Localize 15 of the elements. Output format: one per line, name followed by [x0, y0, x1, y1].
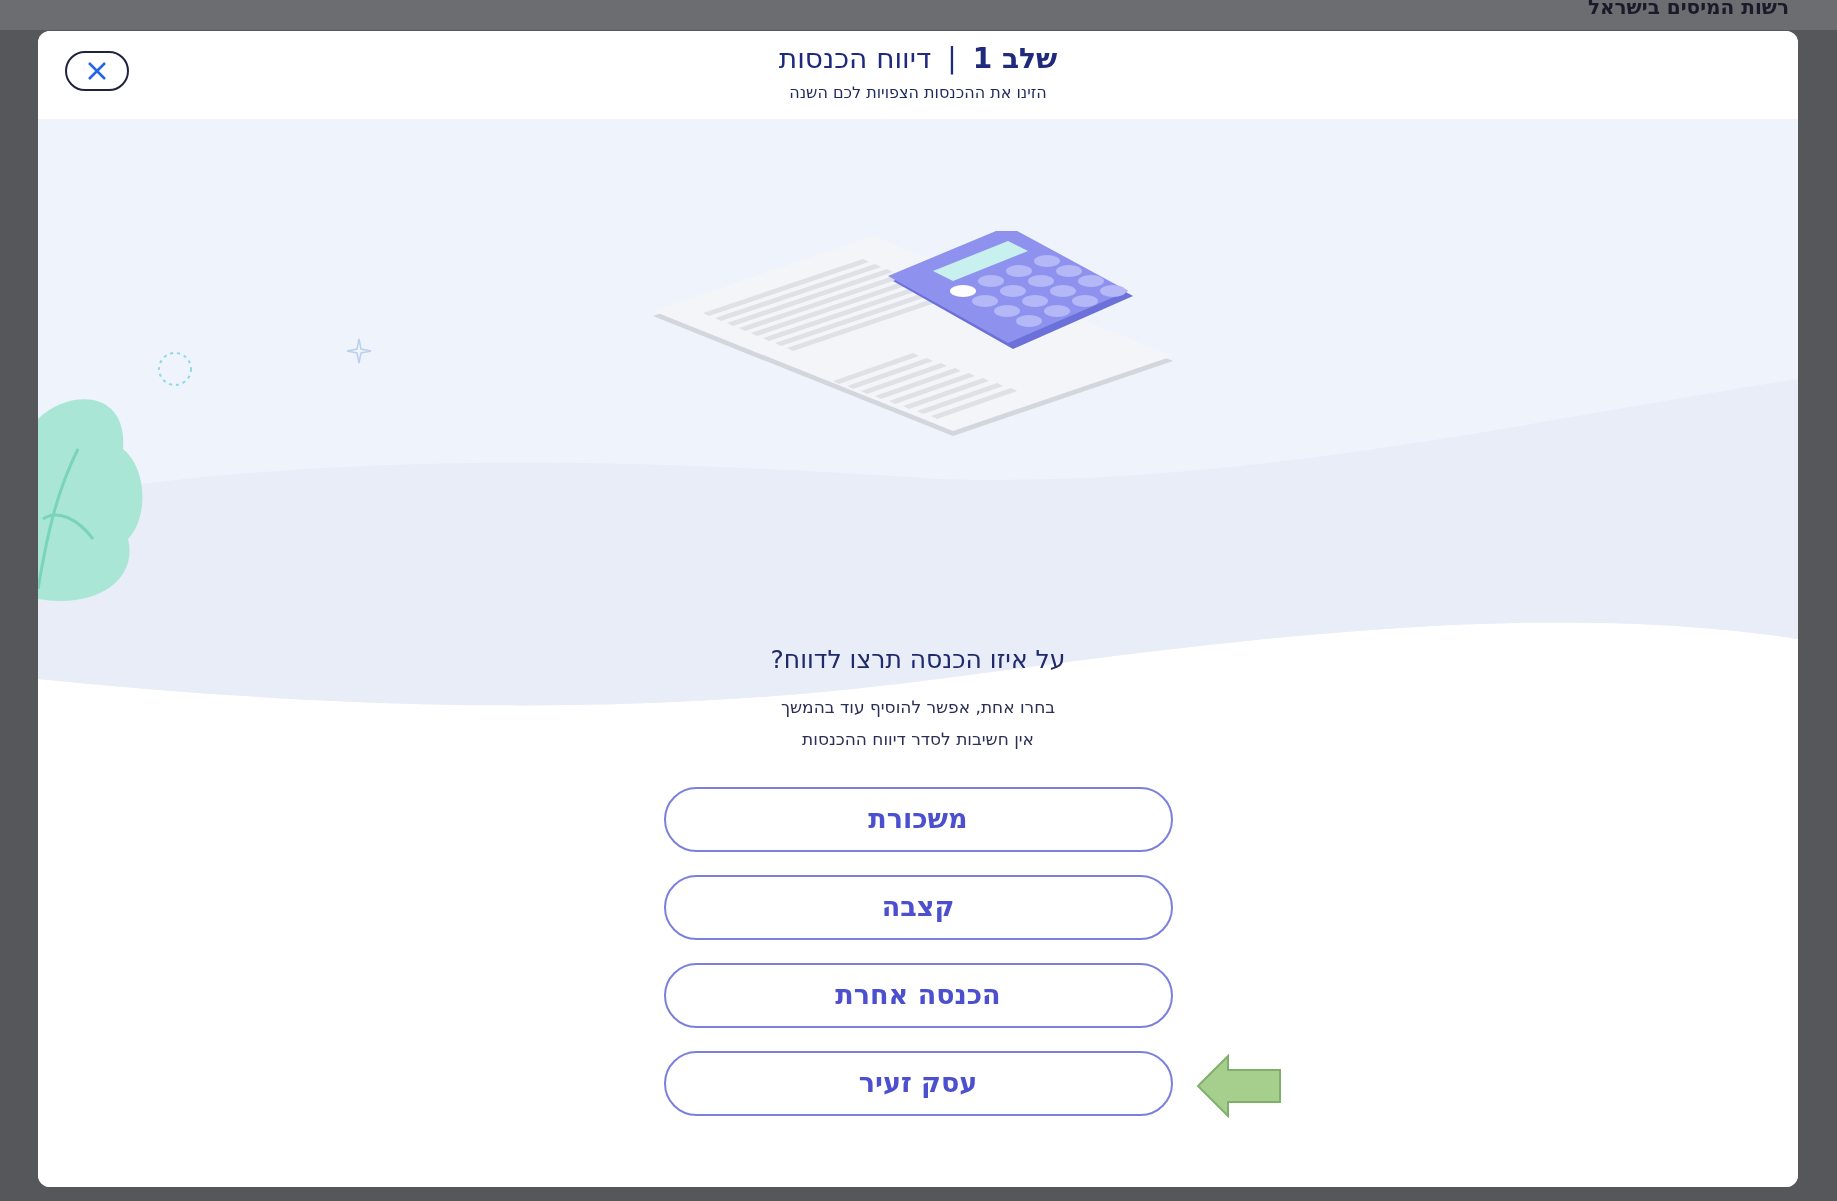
- question-heading: על איזו הכנסה תרצו לדווח?: [770, 644, 1066, 676]
- close-icon: [86, 60, 108, 82]
- title-separator: |: [947, 45, 957, 73]
- dialog-subtitle: הזינו את ההכנסות הצפויות לכם השנה: [789, 82, 1047, 104]
- star-icon: [345, 337, 373, 365]
- site-title: רשות המיסים בישראל: [1587, 0, 1789, 18]
- income-option-button[interactable]: קצבה: [663, 874, 1173, 940]
- income-option-button[interactable]: משכורת: [663, 786, 1173, 852]
- step-label: שלב 1: [972, 45, 1058, 73]
- hint-text: אין חשיבות לסדר דיווח ההכנסות: [802, 727, 1034, 751]
- dialog-title: דיווח הכנסות: [778, 45, 932, 73]
- income-option-button[interactable]: עסק זעיר: [663, 1050, 1173, 1116]
- income-option-button[interactable]: הכנסה אחרת: [663, 962, 1173, 1028]
- hint-text: בחרו אחת, אפשר להוסיף עוד בהמשך: [780, 695, 1056, 719]
- close-button[interactable]: [65, 51, 129, 91]
